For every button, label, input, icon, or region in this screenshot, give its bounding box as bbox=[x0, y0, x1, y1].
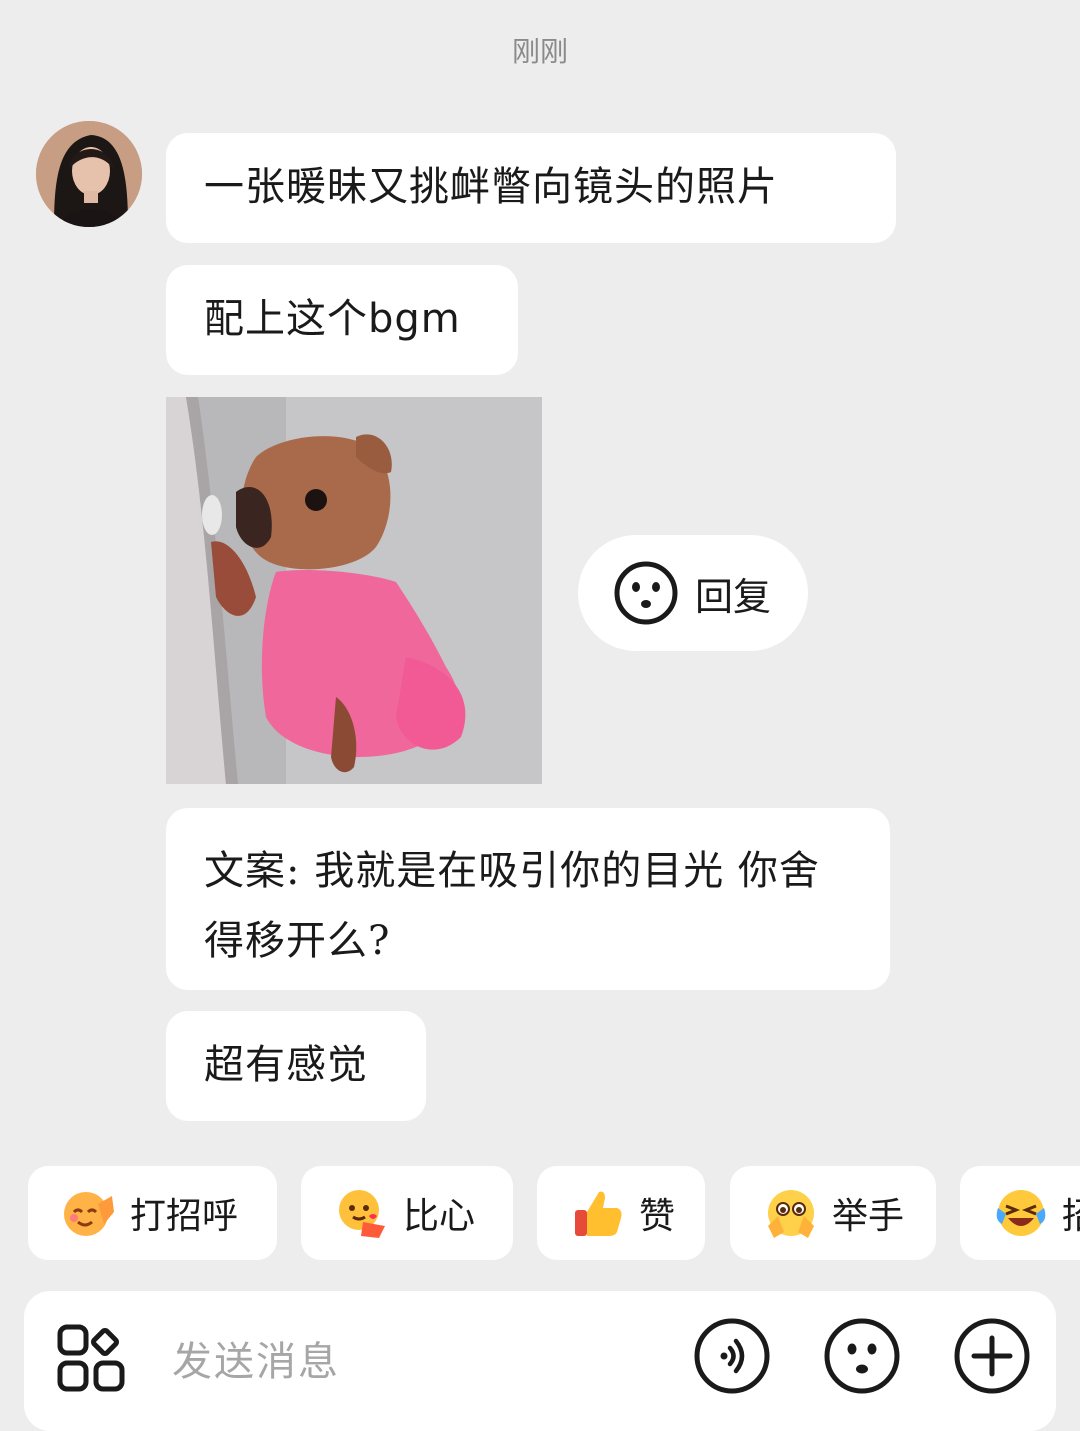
quick-reply-finger-heart[interactable]: 比心 bbox=[301, 1166, 513, 1260]
quick-reply-laugh[interactable]: 招 bbox=[960, 1166, 1080, 1260]
quick-reply-label: 招 bbox=[1062, 1187, 1080, 1239]
message-bubble[interactable]: 一张暖昧又挑衅瞥向镜头的照片 bbox=[166, 133, 896, 243]
message-bubble[interactable]: 超有感觉 bbox=[166, 1011, 426, 1121]
quick-reply-label: 举手 bbox=[832, 1196, 905, 1237]
message-text: 配上这个bgm bbox=[204, 296, 461, 342]
timestamp: 刚刚 bbox=[511, 35, 568, 68]
message-text: 文案: 我就是在吸引你的目光 你舍得移开么? bbox=[204, 848, 820, 964]
message-bubble[interactable]: 配上这个bgm bbox=[166, 265, 518, 375]
finger-heart-emoji-icon bbox=[339, 1190, 385, 1238]
thumbs-up-emoji-icon bbox=[575, 1191, 622, 1236]
smiley-face-icon bbox=[614, 561, 678, 625]
quick-reply-label: 赞 bbox=[639, 1196, 676, 1237]
wave-emoji-icon bbox=[64, 1192, 114, 1236]
quick-reply-like[interactable]: 赞 bbox=[537, 1166, 705, 1260]
quick-reply-row: 打招呼 比心 赞 举手 bbox=[0, 1166, 1080, 1260]
voice-icon[interactable] bbox=[692, 1316, 772, 1396]
laughing-emoji-icon bbox=[996, 1190, 1046, 1236]
reply-button-label: 回复 bbox=[695, 574, 772, 619]
avatar-photo bbox=[36, 121, 142, 227]
dog-in-pink-shirt-image bbox=[166, 397, 542, 784]
quick-reply-label: 打招呼 bbox=[130, 1196, 239, 1237]
emoji-icon[interactable] bbox=[822, 1316, 902, 1396]
apps-grid-icon[interactable] bbox=[56, 1323, 126, 1393]
plus-icon[interactable] bbox=[952, 1316, 1032, 1396]
reply-button[interactable]: 回复 bbox=[578, 535, 808, 651]
quick-reply-greet[interactable]: 打招呼 bbox=[28, 1166, 277, 1260]
message-input-bar: 发送消息 bbox=[24, 1291, 1056, 1431]
quick-reply-label: 比心 bbox=[403, 1196, 476, 1237]
message-bubble[interactable]: 文案: 我就是在吸引你的目光 你舍得移开么? bbox=[166, 808, 890, 990]
message-text: 超有感觉 bbox=[204, 1042, 368, 1088]
message-input[interactable]: 发送消息 bbox=[172, 1329, 340, 1387]
message-text: 一张暖昧又挑衅瞥向镜头的照片 bbox=[204, 164, 778, 210]
image-message[interactable] bbox=[166, 397, 542, 784]
quick-reply-raise-hand[interactable]: 举手 bbox=[730, 1166, 936, 1260]
raise-hand-emoji-icon bbox=[768, 1190, 814, 1238]
avatar[interactable] bbox=[36, 121, 142, 227]
